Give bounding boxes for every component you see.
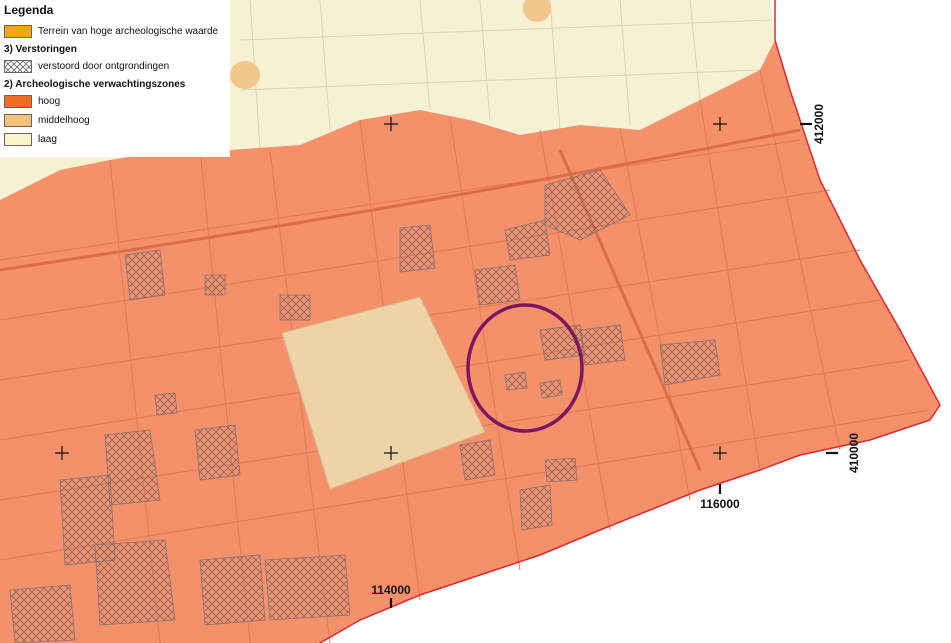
legend-item-label: laag: [38, 134, 57, 145]
legend-item-low: laag: [4, 130, 226, 149]
coord-label-x-114000: 114000: [371, 583, 411, 597]
legend-swatch: [4, 133, 32, 146]
legend-item-disturbed: verstoord door ontgrondingen: [4, 57, 226, 76]
legend-swatch: [4, 95, 32, 108]
coord-label-y-410000: 410000: [847, 433, 861, 473]
legend-swatch-crosshatch: [4, 60, 32, 73]
map-legend: Legenda Terrein van hoge archeologische …: [0, 0, 230, 157]
medium-spot: [230, 61, 260, 89]
legend-item-medium: middelhoog: [4, 111, 226, 130]
legend-item-label: Terrein van hoge archeologische waarde: [38, 26, 219, 37]
legend-item-label: verstoord door ontgrondingen: [38, 61, 170, 72]
coord-label-y-412000: 412000: [812, 104, 826, 144]
legend-section-expectation-zones: 2) Archeologische verwachtingszones: [4, 79, 186, 90]
legend-swatch: [4, 25, 32, 38]
legend-item-label: hoog: [38, 96, 61, 107]
legend-title: Legenda: [4, 3, 54, 17]
coord-label-x-116000: 116000: [700, 497, 740, 511]
legend-item-high: hoog: [4, 92, 226, 111]
legend-item-label: middelhoog: [38, 115, 90, 126]
legend-swatch: [4, 114, 32, 127]
legend-item-high-value-terrain: Terrein van hoge archeologische waarde: [4, 22, 226, 41]
legend-section-disturbances: 3) Verstoringen: [4, 44, 77, 55]
